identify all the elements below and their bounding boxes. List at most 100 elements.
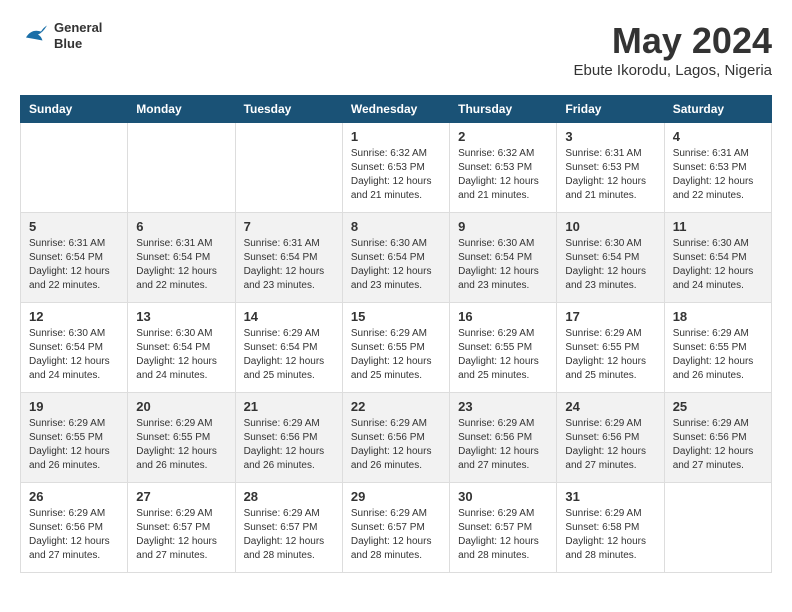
day-number: 22 — [351, 399, 441, 414]
calendar-day-cell: 31 Sunrise: 6:29 AM Sunset: 6:58 PM Dayli… — [557, 483, 664, 573]
calendar-day-cell: 19Sunrise: 6:29 AM Sunset: 6:55 PM Dayli… — [21, 393, 128, 483]
header-friday: Friday — [557, 96, 664, 123]
day-number: 21 — [244, 399, 334, 414]
calendar-day-cell: 3 Sunrise: 6:31 AM Sunset: 6:53 PM Daylig… — [557, 123, 664, 213]
day-number: 20 — [136, 399, 226, 414]
day-info: Sunrise: 6:30 AM Sunset: 6:54 PM Dayligh… — [136, 327, 226, 383]
day-number: 19 — [29, 399, 119, 414]
calendar-day-cell: 9 Sunrise: 6:30 AM Sunset: 6:54 PM Daylig… — [450, 213, 557, 303]
day-info: Sunrise: 6:30 AM Sunset: 6:54 PM Dayligh… — [351, 237, 441, 293]
day-info: Sunrise: 6:29 AM Sunset: 6:55 PM Dayligh… — [351, 327, 441, 383]
calendar-week-row: 1 Sunrise: 6:32 AM Sunset: 6:53 PM Daylig… — [21, 123, 772, 213]
logo-line2: Blue — [54, 36, 102, 52]
calendar-table: Sunday Monday Tuesday Wednesday Thursday… — [20, 95, 772, 573]
day-number: 12 — [29, 309, 119, 324]
day-info: Sunrise: 6:31 AM Sunset: 6:54 PM Dayligh… — [29, 237, 119, 293]
logo-line1: General — [54, 20, 102, 36]
weekday-header-row: Sunday Monday Tuesday Wednesday Thursday… — [21, 96, 772, 123]
day-number: 5 — [29, 219, 119, 234]
calendar-day-cell: 29Sunrise: 6:29 AM Sunset: 6:57 PM Dayli… — [342, 483, 449, 573]
day-info: Sunrise: 6:29 AM Sunset: 6:56 PM Dayligh… — [351, 417, 441, 473]
day-info: Sunrise: 6:32 AM Sunset: 6:53 PM Dayligh… — [351, 147, 441, 203]
header-monday: Monday — [128, 96, 235, 123]
calendar-day-cell: 24 Sunrise: 6:29 AM Sunset: 6:56 PM Dayli… — [557, 393, 664, 483]
day-number: 16 — [458, 309, 548, 324]
logo-icon — [20, 21, 50, 51]
calendar-day-cell — [664, 483, 771, 573]
day-info: Sunrise: 6:31 AM Sunset: 6:54 PM Dayligh… — [136, 237, 226, 293]
day-info: Sunrise: 6:29 AM Sunset: 6:58 PM Dayligh… — [565, 507, 655, 563]
day-number: 9 — [458, 219, 548, 234]
day-number: 17 — [565, 309, 655, 324]
day-info: Sunrise: 6:29 AM Sunset: 6:55 PM Dayligh… — [673, 327, 763, 383]
page-header: General Blue May 2024 Ebute Ikorodu, Lag… — [20, 20, 772, 79]
calendar-day-cell: 25Sunrise: 6:29 AM Sunset: 6:56 PM Dayli… — [664, 393, 771, 483]
calendar-day-cell: 2Sunrise: 6:32 AM Sunset: 6:53 PM Daylig… — [450, 123, 557, 213]
day-number: 7 — [244, 219, 334, 234]
day-info: Sunrise: 6:31 AM Sunset: 6:53 PM Dayligh… — [565, 147, 655, 203]
day-info: Sunrise: 6:30 AM Sunset: 6:54 PM Dayligh… — [458, 237, 548, 293]
day-number: 28 — [244, 489, 334, 504]
day-number: 26 — [29, 489, 119, 504]
day-number: 1 — [351, 129, 441, 144]
day-info: Sunrise: 6:29 AM Sunset: 6:55 PM Dayligh… — [136, 417, 226, 473]
calendar-day-cell — [235, 123, 342, 213]
calendar-day-cell: 22 Sunrise: 6:29 AM Sunset: 6:56 PM Dayli… — [342, 393, 449, 483]
day-info: Sunrise: 6:29 AM Sunset: 6:56 PM Dayligh… — [244, 417, 334, 473]
day-number: 24 — [565, 399, 655, 414]
day-info: Sunrise: 6:29 AM Sunset: 6:57 PM Dayligh… — [244, 507, 334, 563]
calendar-day-cell: 28 Sunrise: 6:29 AM Sunset: 6:57 PM Dayli… — [235, 483, 342, 573]
day-number: 4 — [673, 129, 763, 144]
calendar-day-cell: 30 Sunrise: 6:29 AM Sunset: 6:57 PM Dayli… — [450, 483, 557, 573]
calendar-day-cell: 26 Sunrise: 6:29 AM Sunset: 6:56 PM Dayli… — [21, 483, 128, 573]
calendar-day-cell: 20 Sunrise: 6:29 AM Sunset: 6:55 PM Dayli… — [128, 393, 235, 483]
calendar-day-cell — [128, 123, 235, 213]
day-number: 6 — [136, 219, 226, 234]
day-info: Sunrise: 6:31 AM Sunset: 6:54 PM Dayligh… — [244, 237, 334, 293]
day-number: 14 — [244, 309, 334, 324]
day-number: 13 — [136, 309, 226, 324]
day-info: Sunrise: 6:29 AM Sunset: 6:57 PM Dayligh… — [458, 507, 548, 563]
day-info: Sunrise: 6:29 AM Sunset: 6:54 PM Dayligh… — [244, 327, 334, 383]
calendar-day-cell: 4Sunrise: 6:31 AM Sunset: 6:53 PM Daylig… — [664, 123, 771, 213]
calendar-week-row: 19 Sunrise: 6:29 AM Sunset: 6:55 PM Dayli… — [21, 393, 772, 483]
logo: General Blue — [20, 20, 102, 51]
calendar-week-row: 5 Sunrise: 6:31 AM Sunset: 6:54 PM Daylig… — [21, 213, 772, 303]
calendar-day-cell: 21 Sunrise: 6:29 AM Sunset: 6:56 PM Dayli… — [235, 393, 342, 483]
day-number: 25 — [673, 399, 763, 414]
calendar-header: Sunday Monday Tuesday Wednesday Thursday… — [21, 96, 772, 123]
day-info: Sunrise: 6:30 AM Sunset: 6:54 PM Dayligh… — [29, 327, 119, 383]
header-thursday: Thursday — [450, 96, 557, 123]
day-number: 3 — [565, 129, 655, 144]
calendar-day-cell: 16 Sunrise: 6:29 AM Sunset: 6:55 PM Dayli… — [450, 303, 557, 393]
calendar-day-cell: 17Sunrise: 6:29 AM Sunset: 6:55 PM Dayli… — [557, 303, 664, 393]
day-number: 27 — [136, 489, 226, 504]
header-saturday: Saturday — [664, 96, 771, 123]
header-tuesday: Tuesday — [235, 96, 342, 123]
day-number: 8 — [351, 219, 441, 234]
day-number: 31 — [565, 489, 655, 504]
calendar-week-row: 12 Sunrise: 6:30 AM Sunset: 6:54 PM Dayli… — [21, 303, 772, 393]
calendar-day-cell: 1 Sunrise: 6:32 AM Sunset: 6:53 PM Daylig… — [342, 123, 449, 213]
day-info: Sunrise: 6:29 AM Sunset: 6:55 PM Dayligh… — [458, 327, 548, 383]
day-info: Sunrise: 6:29 AM Sunset: 6:57 PM Dayligh… — [351, 507, 441, 563]
day-number: 11 — [673, 219, 763, 234]
day-number: 30 — [458, 489, 548, 504]
calendar-day-cell: 12 Sunrise: 6:30 AM Sunset: 6:54 PM Dayli… — [21, 303, 128, 393]
calendar-day-cell: 6 Sunrise: 6:31 AM Sunset: 6:54 PM Daylig… — [128, 213, 235, 303]
day-info: Sunrise: 6:30 AM Sunset: 6:54 PM Dayligh… — [673, 237, 763, 293]
header-wednesday: Wednesday — [342, 96, 449, 123]
month-year-title: May 2024 — [574, 20, 772, 62]
calendar-day-cell: 13 Sunrise: 6:30 AM Sunset: 6:54 PM Dayli… — [128, 303, 235, 393]
day-number: 15 — [351, 309, 441, 324]
calendar-day-cell: 18 Sunrise: 6:29 AM Sunset: 6:55 PM Dayli… — [664, 303, 771, 393]
day-number: 18 — [673, 309, 763, 324]
header-sunday: Sunday — [21, 96, 128, 123]
calendar-day-cell: 27Sunrise: 6:29 AM Sunset: 6:57 PM Dayli… — [128, 483, 235, 573]
day-info: Sunrise: 6:29 AM Sunset: 6:56 PM Dayligh… — [565, 417, 655, 473]
calendar-day-cell — [21, 123, 128, 213]
day-info: Sunrise: 6:29 AM Sunset: 6:56 PM Dayligh… — [29, 507, 119, 563]
day-number: 10 — [565, 219, 655, 234]
calendar-day-cell: 7 Sunrise: 6:31 AM Sunset: 6:54 PM Daylig… — [235, 213, 342, 303]
location-subtitle: Ebute Ikorodu, Lagos, Nigeria — [574, 62, 772, 79]
